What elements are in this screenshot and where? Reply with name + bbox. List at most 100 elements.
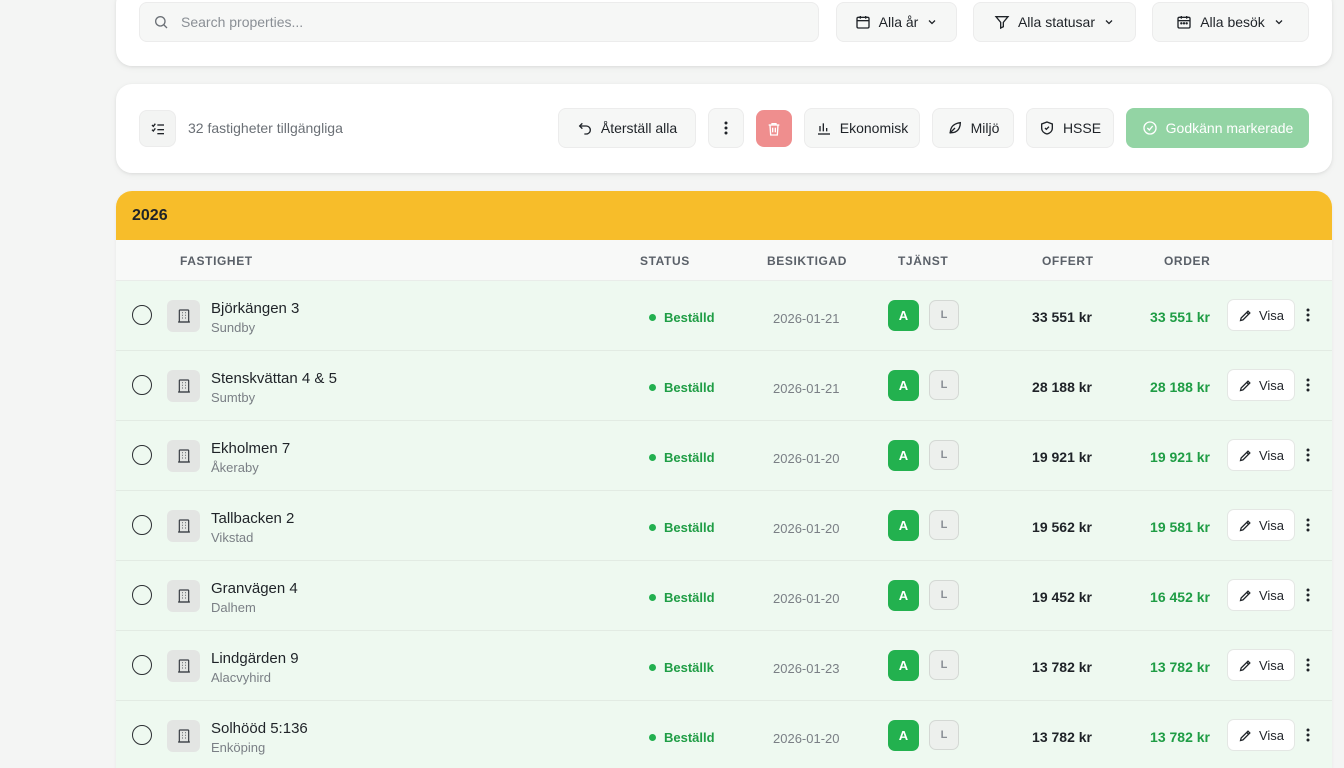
row-more-button[interactable]	[1302, 725, 1314, 745]
calendar-icon	[1176, 14, 1192, 30]
view-button[interactable]: Visa	[1227, 299, 1295, 331]
column-header-tjanst[interactable]: TJÄNST	[898, 254, 948, 268]
row-more-button[interactable]	[1302, 515, 1314, 535]
table-row: Lindgärden 9 Alacvyhird Beställk 2026-01…	[116, 631, 1332, 701]
building-icon	[167, 650, 200, 682]
table-body: Björkängen 3 Sundby Beställd 2026-01-21 …	[116, 281, 1332, 768]
service-a-badge[interactable]: A	[888, 720, 919, 751]
status-label: Beställd	[664, 450, 715, 465]
year-filter-dropdown[interactable]: Alla år	[836, 2, 957, 42]
property-name[interactable]: Ekholmen 7	[211, 440, 290, 457]
pencil-icon	[1238, 378, 1253, 393]
row-more-button[interactable]	[1302, 585, 1314, 605]
column-header-fastighet[interactable]: FASTIGHET	[180, 254, 253, 268]
property-name[interactable]: Solhööd 5:136	[211, 720, 308, 737]
service-l-badge[interactable]: L	[929, 580, 959, 610]
service-l-badge[interactable]: L	[929, 510, 959, 540]
property-name[interactable]: Tallbacken 2	[211, 510, 294, 527]
reset-all-button[interactable]: Återställ alla	[558, 108, 696, 148]
pencil-icon	[1238, 448, 1253, 463]
service-l-badge[interactable]: L	[929, 440, 959, 470]
property-name[interactable]: Lindgärden 9	[211, 650, 299, 667]
view-button-label: Visa	[1258, 587, 1285, 603]
miljo-button[interactable]: Miljö	[932, 108, 1014, 148]
status-label: Beställk	[664, 660, 714, 675]
service-a-badge[interactable]: A	[888, 370, 919, 401]
view-button[interactable]: Visa	[1227, 439, 1295, 471]
status-filter-dropdown[interactable]: Alla statusar	[973, 2, 1136, 42]
row-more-button[interactable]	[1302, 445, 1314, 465]
service-a-badge[interactable]: A	[888, 650, 919, 681]
check-circle-icon	[1142, 120, 1158, 136]
search-box[interactable]	[139, 2, 819, 42]
service-l-badge[interactable]: L	[929, 650, 959, 680]
view-button[interactable]: Visa	[1227, 369, 1295, 401]
more-actions-button[interactable]	[708, 108, 744, 148]
property-table: 2026 FASTIGHET STATUS BESIKTIGAD TJÄNST …	[116, 191, 1332, 768]
property-name[interactable]: Björkängen 3	[211, 300, 299, 317]
status-dot	[649, 314, 656, 321]
building-icon	[167, 370, 200, 402]
row-checkbox[interactable]	[132, 305, 152, 325]
status-dot	[649, 734, 656, 741]
inspection-date: 2026-01-20	[773, 731, 840, 746]
row-checkbox[interactable]	[132, 725, 152, 745]
select-list-button[interactable]	[139, 110, 176, 147]
column-header-order[interactable]: ORDER	[1164, 254, 1210, 268]
service-a-badge[interactable]: A	[888, 440, 919, 471]
row-more-button[interactable]	[1302, 375, 1314, 395]
building-icon	[167, 300, 200, 332]
service-a-badge[interactable]: A	[888, 300, 919, 331]
checklist-icon	[150, 121, 166, 137]
status-badge: Beställd	[649, 730, 715, 745]
row-more-button[interactable]	[1302, 305, 1314, 325]
column-header-besiktigad[interactable]: BESIKTIGAD	[767, 254, 847, 268]
status-label: Beställd	[664, 380, 715, 395]
row-checkbox[interactable]	[132, 515, 152, 535]
bar-chart-icon	[816, 120, 832, 136]
inspection-date: 2026-01-20	[773, 521, 840, 536]
row-checkbox[interactable]	[132, 375, 152, 395]
table-row: Ekholmen 7 Åkeraby Beställd 2026-01-20 A…	[116, 421, 1332, 491]
property-name[interactable]: Granvägen 4	[211, 580, 298, 597]
hsse-label: HSSE	[1062, 120, 1102, 136]
order-amount: 28 188 kr	[1150, 379, 1210, 395]
available-count-text: 32 fastigheter tillgängliga	[188, 120, 343, 136]
column-header-offert[interactable]: OFFERT	[1042, 254, 1094, 268]
status-dot	[649, 524, 656, 531]
visit-filter-dropdown[interactable]: Alla besök	[1152, 2, 1309, 42]
status-label: Beställd	[664, 590, 715, 605]
view-button[interactable]: Visa	[1227, 579, 1295, 611]
row-checkbox[interactable]	[132, 445, 152, 465]
service-a-badge[interactable]: A	[888, 580, 919, 611]
search-input[interactable]	[181, 14, 781, 30]
property-name[interactable]: Stenskvättan 4 & 5	[211, 370, 337, 387]
view-button[interactable]: Visa	[1227, 649, 1295, 681]
property-city: Sundby	[211, 320, 256, 335]
offer-amount: 13 782 kr	[1032, 729, 1092, 745]
row-more-button[interactable]	[1302, 655, 1314, 675]
view-button[interactable]: Visa	[1227, 719, 1295, 751]
hsse-button[interactable]: HSSE	[1026, 108, 1114, 148]
year-group-header[interactable]: 2026	[116, 191, 1332, 240]
delete-button[interactable]	[756, 110, 792, 147]
approve-selected-button[interactable]: Godkänn markerade	[1126, 108, 1309, 148]
service-l-badge[interactable]: L	[929, 370, 959, 400]
service-l-badge[interactable]: L	[929, 720, 959, 750]
row-checkbox[interactable]	[132, 585, 152, 605]
ekonomisk-button[interactable]: Ekonomisk	[804, 108, 920, 148]
bulk-action-toolbar: 32 fastigheter tillgängliga Återställ al…	[116, 84, 1332, 173]
service-a-badge[interactable]: A	[888, 510, 919, 541]
order-amount: 13 782 kr	[1150, 729, 1210, 745]
service-l-badge[interactable]: L	[929, 300, 959, 330]
table-row: Björkängen 3 Sundby Beställd 2026-01-21 …	[116, 281, 1332, 351]
column-header-status[interactable]: STATUS	[640, 254, 690, 268]
property-city: Enköping	[211, 740, 266, 755]
year-group-label: 2026	[132, 206, 168, 224]
more-vertical-icon	[1306, 588, 1310, 602]
row-checkbox[interactable]	[132, 655, 152, 675]
view-button-label: Visa	[1258, 307, 1285, 323]
pencil-icon	[1238, 518, 1253, 533]
view-button[interactable]: Visa	[1227, 509, 1295, 541]
status-badge: Beställd	[649, 310, 715, 325]
